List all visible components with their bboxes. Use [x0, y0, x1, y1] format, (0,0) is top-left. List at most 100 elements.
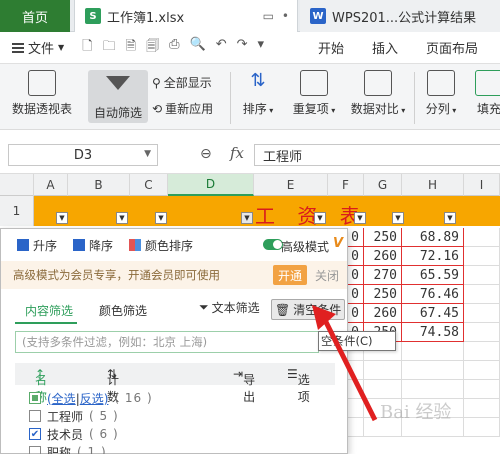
compare-button[interactable]: 数据对比 ▾	[348, 70, 408, 117]
table-cell[interactable]	[464, 399, 500, 418]
filter-dropdown-active-button[interactable]: ▼	[241, 212, 253, 224]
filter-dropdown-button[interactable]: ▼	[56, 212, 68, 224]
column-header[interactable]: H	[402, 174, 464, 196]
text-filter-button[interactable]: ⏷ 文本筛选	[199, 299, 260, 316]
column-header[interactable]: F	[328, 174, 364, 196]
table-cell[interactable]: 76.46	[402, 285, 464, 304]
print-icon[interactable]: ⎙	[169, 37, 179, 59]
filter-dropdown-button[interactable]: ▼	[354, 212, 366, 224]
export-button[interactable]: ⇥ 导出	[233, 367, 255, 404]
table-cell[interactable]: 0	[348, 228, 364, 247]
column-header[interactable]: A	[34, 174, 68, 196]
more-icon[interactable]: ▾	[258, 37, 265, 59]
table-cell[interactable]	[402, 361, 464, 380]
table-cell[interactable]: 0	[348, 304, 364, 323]
tab-insert[interactable]: 插入	[372, 38, 398, 57]
filter-dropdown-button[interactable]: ▼	[116, 212, 128, 224]
checkbox-checked[interactable]: ✔	[29, 428, 41, 440]
duplicates-button[interactable]: 重复项 ▾	[290, 70, 338, 117]
table-cell[interactable]: 72.16	[402, 247, 464, 266]
filter-dropdown-button[interactable]: ▼	[155, 212, 167, 224]
tab-start[interactable]: 开始	[318, 38, 344, 57]
save-icon[interactable]: 🗎	[126, 37, 136, 59]
table-cell[interactable]	[464, 266, 500, 285]
table-cell[interactable]	[402, 342, 464, 361]
table-cell[interactable]	[464, 228, 500, 247]
table-cell[interactable]	[364, 380, 402, 399]
reapply-button[interactable]: ⟲ 重新应用	[152, 100, 213, 117]
export-pdf-icon[interactable]: 🗐	[146, 37, 159, 59]
open-icon[interactable]: 🗀	[103, 37, 116, 59]
filter-dropdown-button[interactable]: ▼	[392, 212, 404, 224]
column-header-selected[interactable]: D	[168, 174, 254, 196]
file-menu[interactable]: 文件 ▼	[12, 38, 64, 57]
checkbox[interactable]	[29, 446, 41, 454]
fill-button[interactable]: 填充	[472, 70, 500, 117]
clear-conditions-button[interactable]: 🗑 清空条件	[271, 299, 346, 320]
preview-icon[interactable]: 🔍	[190, 37, 206, 59]
select-all-corner[interactable]	[0, 174, 34, 196]
filter-dropdown-button[interactable]: ▼	[444, 212, 456, 224]
table-cell[interactable]	[464, 323, 500, 342]
table-cell[interactable]: 0	[348, 247, 364, 266]
column-header[interactable]: I	[464, 174, 500, 196]
tab-content-filter[interactable]: 内容筛选	[25, 302, 73, 319]
table-cell[interactable]: 65.59	[402, 266, 464, 285]
undo-icon[interactable]: ↶	[216, 37, 227, 59]
show-all-button[interactable]: ⚲ 全部显示	[152, 74, 212, 91]
home-tab[interactable]: 首页	[0, 0, 70, 32]
open-membership-button[interactable]: 开通	[273, 265, 307, 285]
dot-icon[interactable]: •	[282, 9, 289, 23]
table-cell[interactable]	[464, 304, 500, 323]
list-item-select-all[interactable]: (全选|反选) ( 16 )	[29, 389, 153, 407]
table-cell[interactable]: 67.45	[402, 304, 464, 323]
screen-icon[interactable]: ▭	[263, 9, 274, 23]
sort-desc-button[interactable]: 降序	[73, 237, 113, 254]
table-cell[interactable]: 68.89	[402, 228, 464, 247]
tab-page-layout[interactable]: 页面布局	[426, 38, 478, 57]
table-cell[interactable]	[348, 399, 364, 418]
table-cell[interactable]	[464, 342, 500, 361]
list-item[interactable]: 工程师 ( 5 )	[29, 407, 119, 425]
list-item[interactable]: 职称 ( 1 )	[29, 443, 107, 454]
table-cell[interactable]: 0	[348, 285, 364, 304]
color-sort-button[interactable]: 颜色排序	[129, 237, 193, 254]
redo-icon[interactable]: ↷	[237, 37, 248, 59]
tab-workbook1[interactable]: S 工作簿1.xlsx ▭ •	[74, 0, 298, 32]
table-cell[interactable]	[464, 361, 500, 380]
table-cell[interactable]: 0	[348, 266, 364, 285]
select-all-link[interactable]: (全选	[47, 392, 76, 406]
invert-link[interactable]: 反选)	[80, 392, 109, 406]
sort-asc-button[interactable]: 升序	[17, 237, 57, 254]
fx-icon[interactable]: fx	[230, 144, 244, 162]
tab-wps-doc[interactable]: W WPS201...公式计算结果	[300, 0, 500, 32]
checkbox[interactable]	[29, 392, 41, 404]
split-button[interactable]: 分列 ▾	[424, 70, 458, 117]
table-cell[interactable]	[464, 380, 500, 399]
table-cell[interactable]	[464, 247, 500, 266]
table-cell[interactable]	[464, 285, 500, 304]
table-cell[interactable]: 260	[364, 304, 402, 323]
table-cell[interactable]	[364, 361, 402, 380]
pivot-table-button[interactable]: 数据透视表	[8, 70, 76, 117]
table-cell[interactable]	[348, 380, 364, 399]
sort-button[interactable]: ⇅ 排序 ▾	[238, 70, 278, 117]
table-cell[interactable]: 250	[364, 228, 402, 247]
name-box[interactable]: D3 ▼	[8, 144, 158, 166]
options-button[interactable]: ☰ 选项	[287, 367, 310, 404]
column-header[interactable]: E	[254, 174, 328, 196]
table-cell[interactable]: 250	[364, 285, 402, 304]
column-header[interactable]: C	[130, 174, 168, 196]
checkbox[interactable]	[29, 410, 41, 422]
table-cell[interactable]: 74.58	[402, 323, 464, 342]
column-header[interactable]: B	[68, 174, 130, 196]
table-cell[interactable]	[402, 380, 464, 399]
filter-dropdown-button[interactable]: ▼	[314, 212, 326, 224]
formula-input[interactable]: 工程师	[254, 144, 500, 166]
chevron-down-icon[interactable]: ▼	[144, 149, 151, 159]
sort-by-name[interactable]: 名称 ↑	[35, 367, 47, 404]
sort-by-count[interactable]: 计数 ⇅	[107, 367, 119, 404]
table-cell[interactable]	[464, 418, 500, 437]
table-cell[interactable]: 260	[364, 247, 402, 266]
new-icon[interactable]: 🗋	[82, 37, 92, 59]
